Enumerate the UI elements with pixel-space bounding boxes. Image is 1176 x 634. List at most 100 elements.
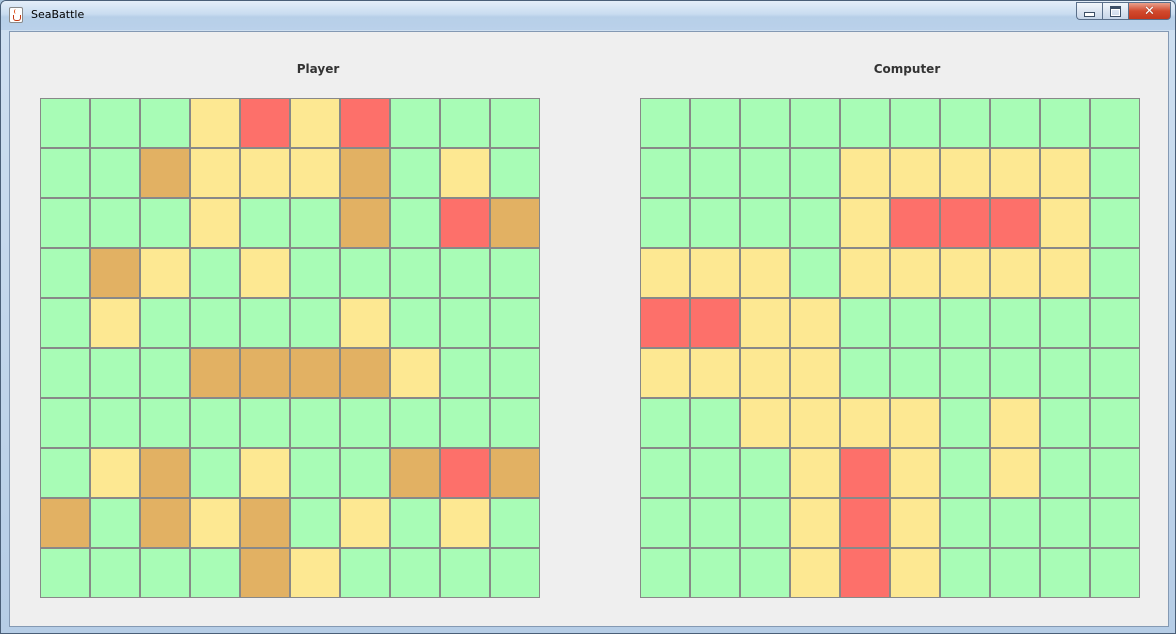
computer-cell-hit[interactable] — [940, 198, 990, 248]
computer-cell-miss[interactable] — [790, 348, 840, 398]
computer-cell-water[interactable] — [990, 498, 1040, 548]
computer-cell-miss[interactable] — [890, 548, 940, 598]
computer-cell-hit[interactable] — [840, 448, 890, 498]
computer-cell-water[interactable] — [740, 548, 790, 598]
computer-cell-miss[interactable] — [640, 348, 690, 398]
computer-cell-hit[interactable] — [990, 198, 1040, 248]
computer-cell-water[interactable] — [690, 198, 740, 248]
computer-cell-water[interactable] — [1040, 498, 1090, 548]
computer-cell-miss[interactable] — [990, 148, 1040, 198]
computer-cell-water[interactable] — [890, 298, 940, 348]
computer-cell-water[interactable] — [940, 548, 990, 598]
computer-cell-water[interactable] — [890, 98, 940, 148]
computer-cell-water[interactable] — [1040, 548, 1090, 598]
computer-cell-miss[interactable] — [990, 448, 1040, 498]
computer-cell-miss[interactable] — [640, 248, 690, 298]
computer-cell-water[interactable] — [1090, 348, 1140, 398]
computer-cell-water[interactable] — [1040, 298, 1090, 348]
computer-cell-miss[interactable] — [890, 248, 940, 298]
computer-cell-miss[interactable] — [840, 248, 890, 298]
title-bar[interactable]: SeaBattle ✕ — [1, 1, 1175, 30]
computer-cell-water[interactable] — [790, 248, 840, 298]
maximize-button[interactable] — [1102, 2, 1128, 20]
computer-cell-water[interactable] — [640, 548, 690, 598]
computer-cell-miss[interactable] — [790, 498, 840, 548]
computer-cell-miss[interactable] — [790, 548, 840, 598]
computer-cell-water[interactable] — [640, 498, 690, 548]
computer-cell-water[interactable] — [840, 98, 890, 148]
computer-cell-water[interactable] — [1090, 98, 1140, 148]
computer-cell-water[interactable] — [840, 348, 890, 398]
computer-cell-water[interactable] — [740, 98, 790, 148]
computer-cell-miss[interactable] — [890, 148, 940, 198]
java-app-icon[interactable] — [9, 7, 23, 23]
computer-cell-miss[interactable] — [1040, 148, 1090, 198]
computer-cell-water[interactable] — [940, 348, 990, 398]
computer-cell-water[interactable] — [1090, 498, 1140, 548]
computer-cell-water[interactable] — [940, 448, 990, 498]
computer-cell-miss[interactable] — [940, 248, 990, 298]
minimize-button[interactable] — [1076, 2, 1102, 20]
computer-cell-miss[interactable] — [790, 298, 840, 348]
computer-cell-hit[interactable] — [690, 298, 740, 348]
computer-cell-hit[interactable] — [640, 298, 690, 348]
computer-cell-water[interactable] — [990, 348, 1040, 398]
computer-cell-water[interactable] — [1040, 348, 1090, 398]
computer-cell-water[interactable] — [1090, 398, 1140, 448]
computer-cell-water[interactable] — [990, 548, 1040, 598]
computer-cell-water[interactable] — [1090, 198, 1140, 248]
computer-cell-water[interactable] — [990, 98, 1040, 148]
computer-cell-water[interactable] — [640, 448, 690, 498]
computer-cell-hit[interactable] — [840, 498, 890, 548]
computer-cell-water[interactable] — [640, 198, 690, 248]
computer-cell-water[interactable] — [690, 398, 740, 448]
computer-cell-miss[interactable] — [840, 198, 890, 248]
computer-cell-water[interactable] — [1090, 148, 1140, 198]
computer-cell-water[interactable] — [940, 98, 990, 148]
computer-cell-water[interactable] — [790, 148, 840, 198]
computer-cell-water[interactable] — [690, 548, 740, 598]
computer-cell-water[interactable] — [1090, 548, 1140, 598]
computer-cell-water[interactable] — [1090, 298, 1140, 348]
computer-cell-miss[interactable] — [840, 148, 890, 198]
computer-cell-water[interactable] — [640, 98, 690, 148]
computer-cell-miss[interactable] — [790, 448, 840, 498]
computer-cell-miss[interactable] — [990, 398, 1040, 448]
computer-cell-water[interactable] — [940, 498, 990, 548]
computer-cell-miss[interactable] — [740, 298, 790, 348]
computer-cell-miss[interactable] — [740, 348, 790, 398]
computer-cell-water[interactable] — [640, 148, 690, 198]
computer-cell-miss[interactable] — [690, 248, 740, 298]
computer-cell-miss[interactable] — [990, 248, 1040, 298]
computer-cell-water[interactable] — [740, 148, 790, 198]
computer-cell-water[interactable] — [890, 348, 940, 398]
computer-cell-water[interactable] — [1040, 398, 1090, 448]
computer-cell-water[interactable] — [1090, 448, 1140, 498]
computer-cell-water[interactable] — [940, 398, 990, 448]
computer-cell-water[interactable] — [690, 448, 740, 498]
computer-cell-water[interactable] — [690, 98, 740, 148]
computer-cell-water[interactable] — [940, 298, 990, 348]
computer-cell-water[interactable] — [1090, 248, 1140, 298]
computer-board[interactable] — [640, 98, 1140, 598]
computer-cell-hit[interactable] — [840, 548, 890, 598]
computer-cell-miss[interactable] — [1040, 198, 1090, 248]
computer-cell-water[interactable] — [840, 298, 890, 348]
close-button[interactable]: ✕ — [1128, 2, 1171, 20]
computer-cell-miss[interactable] — [1040, 248, 1090, 298]
computer-cell-water[interactable] — [740, 198, 790, 248]
computer-cell-water[interactable] — [1040, 448, 1090, 498]
computer-cell-miss[interactable] — [940, 148, 990, 198]
computer-cell-hit[interactable] — [890, 198, 940, 248]
computer-cell-miss[interactable] — [890, 498, 940, 548]
computer-cell-water[interactable] — [990, 298, 1040, 348]
computer-cell-miss[interactable] — [740, 398, 790, 448]
computer-cell-water[interactable] — [640, 398, 690, 448]
computer-cell-miss[interactable] — [890, 448, 940, 498]
computer-cell-water[interactable] — [1040, 98, 1090, 148]
computer-cell-miss[interactable] — [890, 398, 940, 448]
computer-cell-miss[interactable] — [840, 398, 890, 448]
computer-cell-miss[interactable] — [690, 348, 740, 398]
computer-cell-water[interactable] — [790, 198, 840, 248]
computer-cell-water[interactable] — [740, 448, 790, 498]
